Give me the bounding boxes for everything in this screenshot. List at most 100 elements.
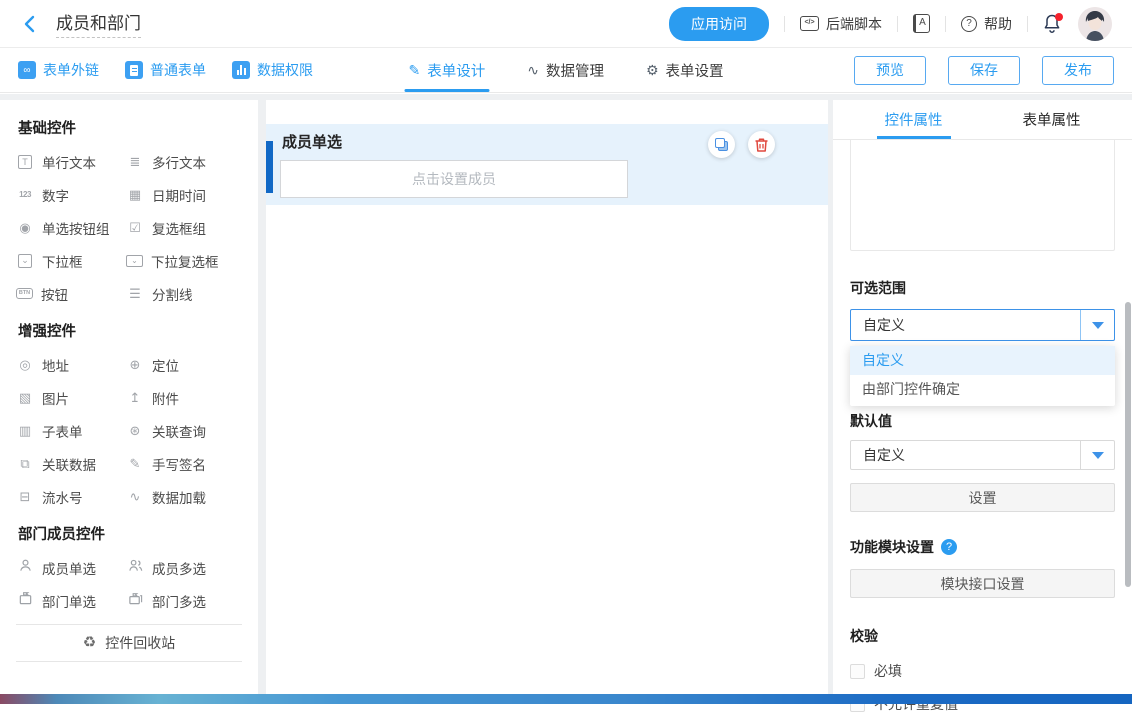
backend-script-label: 后端脚本 [826,14,882,34]
control-label: 成员多选 [152,558,206,578]
attachment-icon: ↥ [126,389,144,407]
control-item-data-load[interactable]: ∿ 数据加载 [126,487,242,506]
control-label: 复选框组 [152,218,206,238]
tab-form-properties[interactable]: 表单属性 [1015,100,1089,139]
control-item-attachment[interactable]: ↥ 附件 [126,388,242,407]
chevron-down-icon [1092,322,1104,329]
validation-label: 校验 [850,626,1115,646]
publish-button[interactable]: 发布 [1042,56,1114,85]
control-item-dept-single[interactable]: 部门单选 [16,591,126,610]
toolbar-link-data-permission[interactable]: 数据权限 [232,60,313,80]
control-item-related-data[interactable]: ⧉ 关联数据 [16,454,126,473]
address-icon: ◎ [16,356,34,374]
control-item-multi-select[interactable]: ⌄ 下拉复选框 [126,251,242,270]
backend-script-button[interactable]: </> 后端脚本 [800,14,882,34]
selected-component-member-single[interactable]: 成员单选 点击设置成员 [266,124,828,205]
delete-component-button[interactable] [748,131,775,158]
control-item-address[interactable]: ◎ 地址 [16,355,126,374]
control-item-member-single[interactable]: 成员单选 [16,558,126,577]
control-item-select[interactable]: ⌄ 下拉框 [16,251,126,270]
avatar-image [1078,7,1112,41]
toolbar-link-plain-form[interactable]: 普通表单 [125,60,206,80]
control-label: 单选按钮组 [42,218,110,238]
control-item-signature[interactable]: ✎ 手写签名 [126,454,242,473]
preview-button[interactable]: 预览 [854,56,926,85]
control-item-image[interactable]: ▧ 图片 [16,388,126,407]
properties-panel: 控件属性 表单属性 可选范围 自定义 自定义 由部门控件确定 默认值 自定义 [833,100,1132,694]
module-help-icon[interactable]: ? [941,539,957,555]
control-item-location[interactable]: ⊕ 定位 [126,355,242,374]
save-button[interactable]: 保存 [948,56,1020,85]
app-access-button[interactable]: 应用访问 [669,7,769,41]
contacts-button[interactable]: A [913,14,930,33]
select-arrow [1080,441,1114,469]
control-item-checkbox-group[interactable]: ☑ 复选框组 [126,218,242,237]
related-data-icon: ⧉ [16,455,34,473]
scrollbar-thumb[interactable] [1125,302,1131,587]
control-item-divider[interactable]: ☰ 分割线 [126,284,242,303]
copy-component-button[interactable] [708,131,735,158]
divider [945,16,946,32]
contacts-icon: A [913,14,930,33]
control-item-number[interactable]: 123 数字 [16,185,126,204]
control-label: 子表单 [42,421,83,441]
control-label: 分割线 [152,284,193,304]
control-item-subform[interactable]: ▥ 子表单 [16,421,126,440]
control-item-dept-multi[interactable]: 部门多选 [126,591,242,610]
control-item-button[interactable]: BTN 按钮 [16,284,126,303]
properties-tabs: 控件属性 表单属性 [833,100,1132,140]
control-item-member-multi[interactable]: 成员多选 [126,558,242,577]
control-label: 日期时间 [152,185,206,205]
single-line-text-icon: T [18,155,32,169]
control-item-datetime[interactable]: ▦ 日期时间 [126,185,242,204]
control-library-sidebar: 基础控件 T 单行文本 ≣ 多行文本 123 数字 ▦ 日期时间 [0,100,258,694]
module-api-settings-button[interactable]: 模块接口设置 [850,569,1115,598]
checkbox-required[interactable]: 必填 [850,661,1115,681]
back-button[interactable] [20,13,42,35]
divider [784,16,785,32]
member-picker-input[interactable]: 点击设置成员 [280,160,628,198]
control-recycle-bin-button[interactable]: ♻ 控件回收站 [16,624,242,662]
recycle-bin-label: 控件回收站 [105,633,175,653]
gutter [258,100,266,694]
section-title-enhanced: 增强控件 [18,320,240,341]
enhanced-controls-grid: ◎ 地址 ⊕ 定位 ▧ 图片 ↥ 附件 ▥ 子表单 [16,355,242,506]
form-canvas[interactable]: 成员单选 点击设置成员 [266,100,828,694]
tab-form-settings[interactable]: ⚙ 表单设置 [646,48,724,92]
desktop-background-strip [0,694,1132,704]
help-button[interactable]: ? 帮助 [961,14,1012,34]
form-designer-app: 成员和部门 应用访问 </> 后端脚本 A ? 帮助 [0,0,1132,704]
chevron-down-icon [1092,452,1104,459]
control-label: 附件 [152,388,179,408]
control-item-multi-line-text[interactable]: ≣ 多行文本 [126,152,242,171]
control-label: 地址 [42,355,69,375]
optional-range-select[interactable]: 自定义 [850,309,1115,341]
default-value-label: 默认值 [850,411,1115,431]
control-label: 数据加载 [152,487,206,507]
avatar[interactable] [1078,7,1112,41]
control-item-related-query[interactable]: ⊛ 关联查询 [126,421,242,440]
chevron-left-icon [20,14,40,34]
datetime-icon: ▦ [126,186,144,204]
description-textarea[interactable] [850,140,1115,251]
toolbar-link-external-link[interactable]: ∞ 表单外链 [18,60,99,80]
divider-icon: ☰ [126,285,144,303]
dropdown-option-custom[interactable]: 自定义 [850,346,1115,375]
signature-icon: ✎ [126,455,144,473]
dropdown-option-by-dept-control[interactable]: 由部门控件确定 [850,375,1115,404]
data-permission-icon [232,61,250,79]
notifications-button[interactable] [1043,13,1063,35]
default-value-select[interactable]: 自定义 [850,440,1115,470]
control-item-single-line-text[interactable]: T 单行文本 [16,152,126,171]
top-bar-right: 应用访问 </> 后端脚本 A ? 帮助 [669,7,1112,41]
select-icon: ⌄ [18,254,32,268]
tab-label: 数据管理 [546,60,604,81]
set-button[interactable]: 设置 [850,483,1115,512]
control-item-serial-number[interactable]: ⊟ 流水号 [16,487,126,506]
tab-data-manage[interactable]: ∿ 数据管理 [527,48,604,92]
tab-form-design[interactable]: ✎ 表单设计 [408,48,485,92]
control-item-radio-group[interactable]: ◉ 单选按钮组 [16,218,126,237]
page-title[interactable]: 成员和部门 [56,9,141,38]
tab-control-properties[interactable]: 控件属性 [877,100,951,139]
dept-member-controls-grid: 成员单选 成员多选 部门单选 [16,558,242,610]
